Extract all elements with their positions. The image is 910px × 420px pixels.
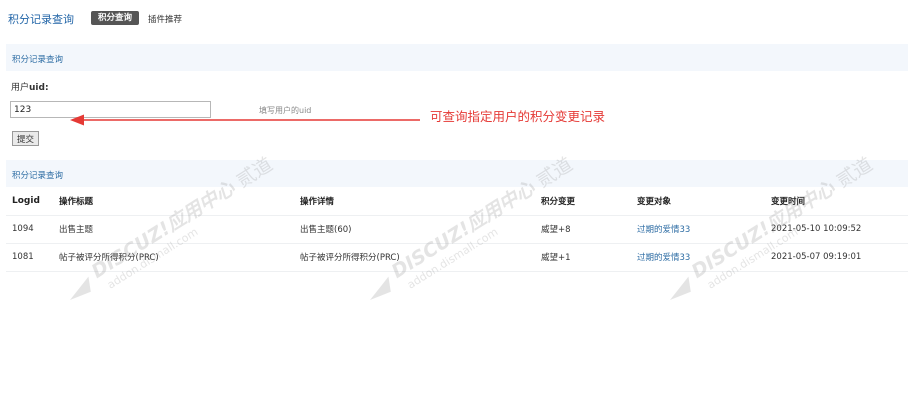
cell-detail: 出售主题(60) (294, 215, 535, 244)
cell-title: 帖子被评分所得积分(PRC) (53, 243, 294, 272)
annotation-arrow (70, 114, 420, 126)
table-header-row: Logid 操作标题 操作详情 积分变更 变更对象 变更时间 (6, 187, 908, 216)
column-header-target: 变更对象 (631, 187, 765, 216)
uid-label: 用户uid: (11, 80, 49, 93)
cell-target: 过期的爱情33 (631, 243, 765, 272)
annotation-arrow-head (70, 114, 84, 126)
points-log-table: Logid 操作标题 操作详情 积分变更 变更对象 变更时间 1094 出售主题… (6, 187, 908, 272)
tab-points-query[interactable]: 积分查询 (91, 11, 139, 25)
user-link[interactable]: 过期的爱情33 (637, 225, 690, 235)
uid-label-text: 用户 (11, 83, 30, 93)
cell-logid: 1081 (6, 243, 53, 272)
column-header-title: 操作标题 (53, 187, 294, 216)
submit-button[interactable]: 提交 (12, 131, 39, 146)
search-section-title: 积分记录查询 (12, 55, 64, 65)
cell-time: 2021-05-10 10:09:52 (765, 215, 908, 244)
cell-logid: 1094 (6, 215, 53, 244)
column-header-change: 积分变更 (535, 187, 631, 216)
cell-change: 威望+1 (535, 243, 631, 272)
uid-label-bold: uid: (29, 83, 49, 93)
table-row: 1094 出售主题 出售主题(60) 威望+8 过期的爱情33 2021-05-… (6, 215, 908, 244)
page-title: 积分记录查询 (8, 13, 74, 26)
watermark-logo-icon (370, 276, 391, 300)
watermark-logo-icon (670, 276, 691, 300)
user-link[interactable]: 过期的爱情33 (637, 253, 690, 263)
cell-detail: 帖子被评分所得积分(PRC) (294, 243, 535, 272)
table-row: 1081 帖子被评分所得积分(PRC) 帖子被评分所得积分(PRC) 威望+1 … (6, 243, 908, 272)
column-header-logid: Logid (6, 187, 53, 216)
cell-time: 2021-05-07 09:19:01 (765, 243, 908, 272)
cell-change: 威望+8 (535, 215, 631, 244)
column-header-detail: 操作详情 (294, 187, 535, 216)
search-section-header: 积分记录查询 (6, 44, 908, 71)
top-bar: 积分记录查询 积分查询 插件推荐 (0, 0, 910, 34)
results-section-title: 积分记录查询 (12, 171, 64, 181)
cell-target: 过期的爱情33 (631, 215, 765, 244)
watermark-logo-icon (70, 276, 91, 300)
annotation-text: 可查询指定用户的积分变更记录 (430, 109, 606, 124)
column-header-time: 变更时间 (765, 187, 908, 216)
cell-title: 出售主题 (53, 215, 294, 244)
results-section-header: 积分记录查询 (6, 160, 908, 187)
tab-plugin-recommend[interactable]: 插件推荐 (148, 13, 182, 25)
